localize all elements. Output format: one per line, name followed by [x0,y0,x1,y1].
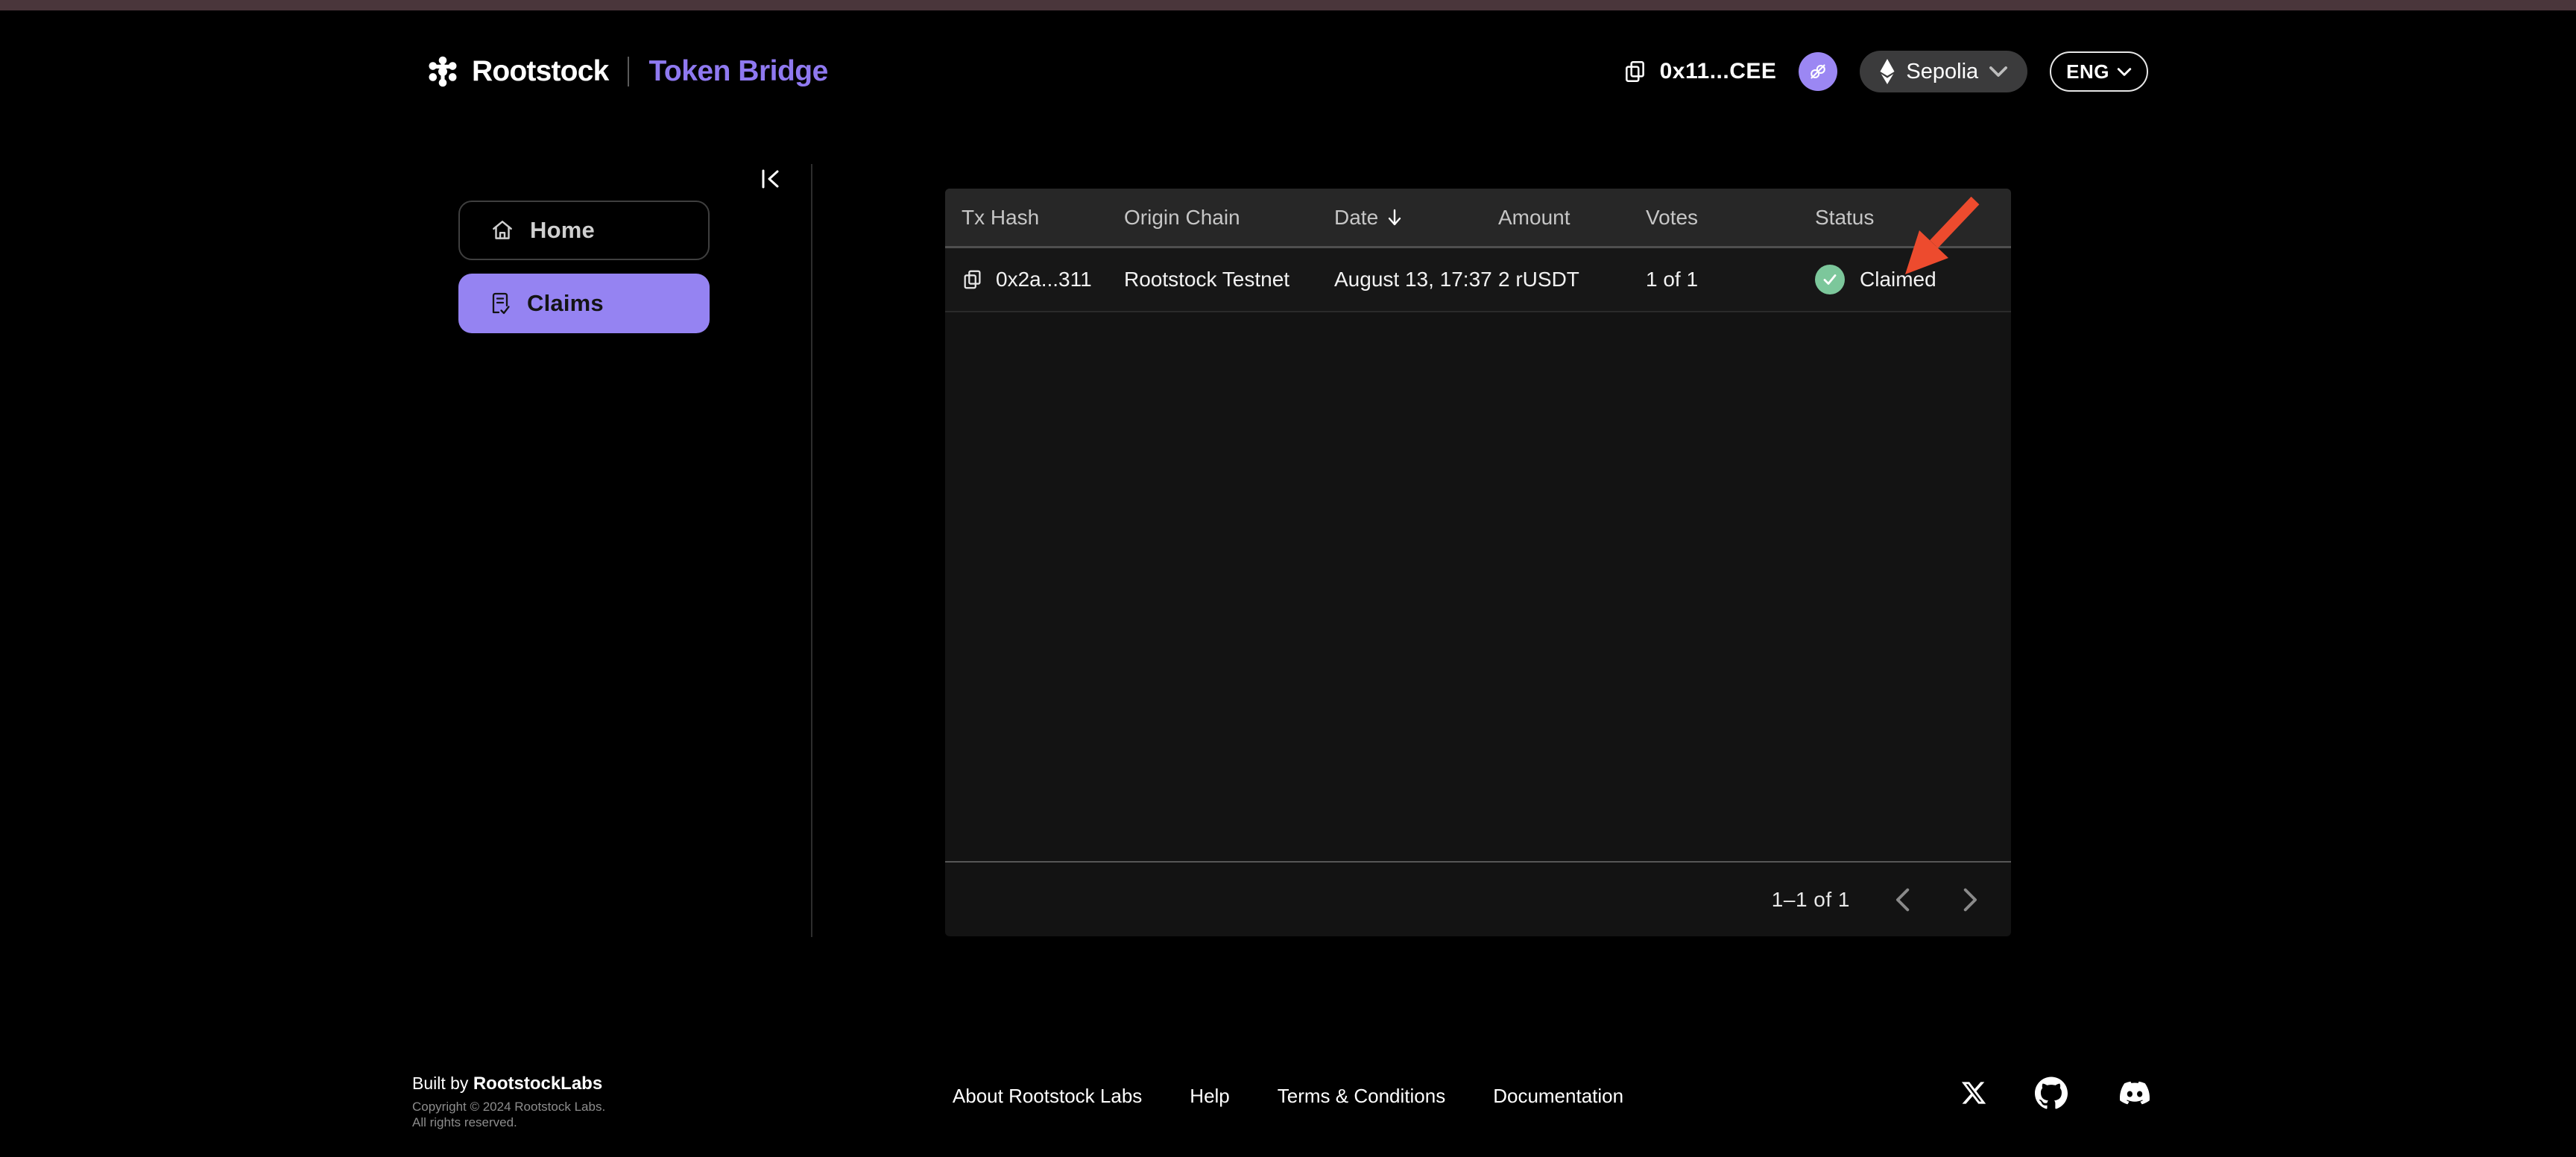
column-header-amount[interactable]: Amount [1498,206,1646,230]
home-icon [490,218,515,243]
origin-chain-cell: Rootstock Testnet [1124,268,1334,291]
sidebar-item-home[interactable]: Home [458,201,710,260]
column-label: Date [1334,205,1379,229]
x-twitter-icon[interactable] [1960,1079,1987,1106]
column-label: Tx Hash [962,205,1040,229]
product-name: Token Bridge [648,55,828,87]
wallet-address: 0x11...CEE [1659,59,1777,83]
github-icon[interactable] [2035,1076,2068,1109]
column-header-date[interactable]: Date [1334,206,1498,230]
broken-link-icon [1807,60,1829,83]
discord-icon[interactable] [2115,1078,2154,1108]
column-label: Votes [1646,205,1699,229]
column-header-tx-hash[interactable]: Tx Hash [945,206,1124,230]
language-label: ENG [2066,60,2109,83]
table-header-row: Tx Hash Origin Chain Date Amount Votes S… [945,189,2011,248]
footer-link-help[interactable]: Help [1190,1085,1229,1108]
status-value: Claimed [1860,268,1936,291]
ethereum-icon [1879,59,1895,84]
sidebar-item-label: Home [530,217,595,243]
status-claimed-badge [1815,265,1845,294]
copy-tx-hash-icon[interactable] [962,268,984,291]
language-selector[interactable]: ENG [2050,51,2148,92]
status-cell: Claimed [1815,265,2011,294]
top-window-strip [0,0,2576,10]
network-label: Sepolia [1906,59,1979,83]
origin-chain-value: Rootstock Testnet [1124,268,1290,291]
table-empty-area [945,312,2011,861]
disconnect-wallet-button[interactable] [1799,52,1838,91]
column-header-status[interactable]: Status [1815,206,2011,230]
network-selector[interactable]: Sepolia [1860,51,2028,92]
column-header-origin-chain[interactable]: Origin Chain [1124,206,1334,230]
votes-cell: 1 of 1 [1646,268,1815,291]
brand-separator [628,57,630,86]
sort-descending-icon [1387,209,1402,227]
table-pagination: 1–1 of 1 [945,861,2011,936]
header-actions: 0x11...CEE Sepolia ENG [1623,51,2148,92]
chevron-down-icon [2117,67,2132,77]
sidebar-divider [811,164,812,937]
sidebar-item-claims[interactable]: Claims [458,274,710,333]
wallet-address-chip[interactable]: 0x11...CEE [1623,59,1777,84]
date-cell: August 13, 17:37 [1334,268,1498,291]
footer-link-about[interactable]: About Rootstock Labs [953,1085,1142,1108]
table-row[interactable]: 0x2a...311 Rootstock Testnet August 13, … [945,248,2011,312]
tx-hash-value: 0x2a...311 [996,268,1092,291]
column-label: Amount [1498,205,1570,229]
footer-link-documentation[interactable]: Documentation [1493,1085,1623,1108]
column-header-votes[interactable]: Votes [1646,206,1815,230]
tx-hash-cell: 0x2a...311 [945,268,1124,291]
claims-icon [488,291,512,316]
brand-name: Rootstock [472,55,609,87]
copyright-line2: All rights reserved. [412,1115,517,1129]
rootstock-logo-icon [426,54,460,89]
amount-value: 2 rUSDT [1498,268,1579,291]
footer-link-terms[interactable]: Terms & Conditions [1278,1085,1445,1108]
pagination-range-label: 1–1 of 1 [1771,887,1850,911]
votes-value: 1 of 1 [1646,268,1699,291]
column-label: Origin Chain [1124,205,1240,229]
claims-table: Tx Hash Origin Chain Date Amount Votes S… [945,189,2011,936]
previous-page-button[interactable] [1886,883,1919,916]
collapse-sidebar-icon [760,168,782,190]
chevron-down-icon [1989,66,2008,78]
date-value: August 13, 17:37 [1334,268,1492,291]
copy-address-icon[interactable] [1623,59,1648,84]
footer-social [1960,1074,2154,1112]
collapse-sidebar-button[interactable] [756,164,786,194]
brand-logo[interactable]: Rootstock Token Bridge [426,54,828,89]
column-label: Status [1815,205,1875,229]
footer-links: About Rootstock Labs Help Terms & Condit… [0,1085,2576,1108]
sidebar-item-label: Claims [527,290,604,316]
next-page-button[interactable] [1954,883,1987,916]
amount-cell: 2 rUSDT [1498,268,1646,291]
app-header: Rootstock Token Bridge 0x11...CEE Sepoli… [426,48,2148,95]
